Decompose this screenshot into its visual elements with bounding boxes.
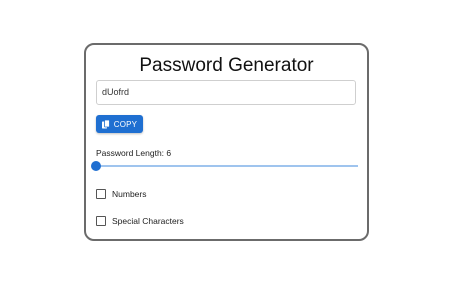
numbers-label: Numbers [112, 189, 147, 199]
copy-button-label: COPY [113, 119, 138, 129]
page-title: Password Generator [139, 55, 314, 76]
special-characters-label: Special Characters [112, 216, 184, 226]
slider-thumb[interactable] [91, 161, 101, 171]
password-generator-card: Password Generator dUofrd COPY Password … [84, 43, 369, 241]
password-length-label: Password Length: 6 [96, 148, 172, 158]
numbers-option[interactable]: Numbers [96, 189, 146, 199]
copy-button[interactable]: COPY [96, 115, 143, 133]
special-characters-checkbox[interactable] [96, 216, 106, 226]
special-characters-option[interactable]: Special Characters [96, 216, 184, 226]
slider-track [96, 165, 358, 167]
numbers-checkbox[interactable] [96, 189, 106, 199]
password-length-slider[interactable] [91, 161, 358, 171]
password-field[interactable]: dUofrd [96, 80, 356, 105]
copy-icon [101, 119, 110, 128]
